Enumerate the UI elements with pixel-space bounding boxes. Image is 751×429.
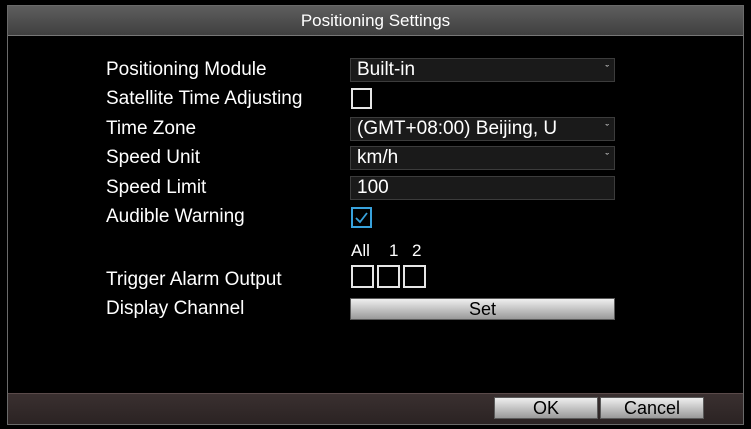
positioning-module-select[interactable]: Built-in ˇ xyxy=(350,58,615,82)
satellite-time-checkbox[interactable] xyxy=(351,88,372,109)
cancel-button[interactable]: Cancel xyxy=(600,397,704,419)
speed-limit-label: Speed Limit xyxy=(106,177,207,198)
positioning-module-label: Positioning Module xyxy=(106,59,267,80)
dialog-footer: OK Cancel xyxy=(8,393,743,424)
display-channel-label: Display Channel xyxy=(106,298,245,319)
alarm-2-checkbox[interactable] xyxy=(403,265,426,288)
alarm-all-checkbox[interactable] xyxy=(351,265,374,288)
alarm-header-1: 1 xyxy=(389,241,399,260)
chevron-down-icon: ˇ xyxy=(605,123,609,135)
trigger-alarm-label: Trigger Alarm Output xyxy=(106,269,282,290)
speed-unit-value: km/h xyxy=(357,147,399,168)
positioning-settings-dialog: Positioning Settings Positioning Module … xyxy=(7,5,744,425)
audible-warning-label: Audible Warning xyxy=(106,206,245,227)
time-zone-select[interactable]: (GMT+08:00) Beijing, U ˇ xyxy=(350,117,615,141)
ok-button[interactable]: OK xyxy=(494,397,598,419)
alarm-1-checkbox[interactable] xyxy=(377,265,400,288)
chevron-down-icon: ˇ xyxy=(605,152,609,164)
display-channel-set-button[interactable]: Set xyxy=(350,298,615,320)
alarm-header-2: 2 xyxy=(412,241,422,260)
speed-limit-input[interactable]: 100 xyxy=(350,176,615,200)
time-zone-label: Time Zone xyxy=(106,118,197,139)
dialog-title: Positioning Settings xyxy=(8,6,743,36)
positioning-module-value: Built-in xyxy=(357,59,416,80)
checkmark-icon xyxy=(355,212,368,224)
alarm-header-all: All xyxy=(351,241,370,260)
time-zone-value: (GMT+08:00) Beijing, U xyxy=(357,118,558,139)
audible-warning-checkbox[interactable] xyxy=(351,207,372,228)
speed-unit-select[interactable]: km/h ˇ xyxy=(350,146,615,170)
satellite-time-label: Satellite Time Adjusting xyxy=(106,88,303,109)
chevron-down-icon: ˇ xyxy=(605,64,609,76)
speed-unit-label: Speed Unit xyxy=(106,147,201,168)
